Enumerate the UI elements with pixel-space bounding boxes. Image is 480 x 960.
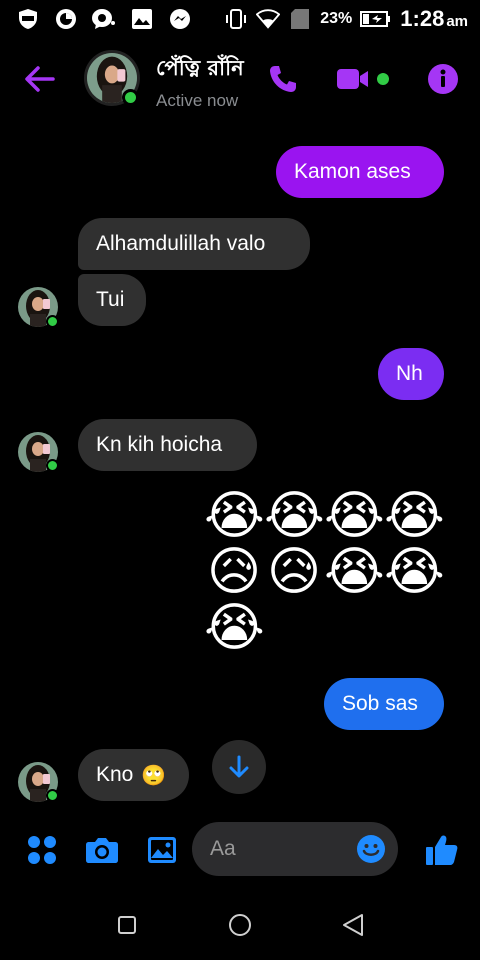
online-indicator — [46, 789, 59, 802]
conversation-header: পেঁত্নি রাঁনি Active now — [0, 40, 480, 118]
data-saver-icon — [54, 7, 78, 31]
outgoing-message[interactable]: Kamon ases — [276, 146, 444, 198]
system-navigation-bar — [0, 890, 480, 960]
rolling-eyes-emoji: 🙄 — [141, 763, 167, 787]
loudly-crying-emoji: 😭 — [384, 486, 445, 546]
signal-icon — [288, 7, 312, 31]
back-button[interactable] — [0, 40, 80, 118]
emoji-button[interactable] — [356, 834, 386, 864]
contact-name: পেঁত্নি রাঁনি — [156, 56, 244, 80]
emoji-icon — [357, 835, 385, 863]
message-composer — [0, 820, 480, 880]
info-icon — [428, 64, 458, 94]
thumbs-up-icon — [426, 835, 458, 865]
back-arrow-icon — [25, 66, 55, 92]
more-apps-button[interactable] — [22, 830, 62, 870]
contact-info[interactable]: পেঁত্নি রাঁনি Active now — [156, 52, 244, 111]
camera-icon — [86, 838, 118, 863]
video-call-button[interactable] — [336, 62, 390, 96]
square-icon — [117, 916, 136, 934]
info-button[interactable] — [426, 62, 460, 96]
arrow-down-icon — [229, 755, 249, 778]
status-bar: 23% 1:28 am — [0, 0, 480, 38]
emoji-message[interactable]: 😭 😭 😭 😭 😥 😥 😭 😭 😭 — [204, 486, 445, 658]
incoming-message[interactable]: Tui — [78, 274, 146, 326]
wifi-icon — [256, 7, 281, 31]
video-icon — [337, 69, 389, 89]
gallery-button[interactable] — [142, 830, 182, 870]
loudly-crying-emoji: 😭 — [384, 542, 445, 602]
triangle-back-icon — [343, 914, 364, 936]
loudly-crying-emoji: 😭 — [204, 598, 265, 658]
apps-icon — [28, 836, 56, 864]
back-nav-button[interactable] — [333, 905, 373, 945]
sad-relieved-emoji: 😥 — [266, 542, 322, 602]
online-indicator — [46, 315, 59, 328]
vibrate-icon — [224, 7, 248, 31]
online-indicator — [122, 89, 139, 106]
message-text: Tui — [96, 288, 125, 311]
sad-relieved-emoji: 😥 — [206, 542, 262, 602]
loudly-crying-emoji: 😭 — [324, 542, 385, 602]
phone-icon — [270, 66, 296, 92]
incoming-message[interactable]: Kno 🙄 — [78, 749, 189, 801]
active-status: Active now — [156, 91, 239, 110]
message-text: Kn kih hoicha — [96, 433, 223, 456]
voice-call-button[interactable] — [266, 62, 300, 96]
loudly-crying-emoji: 😭 — [324, 486, 385, 546]
message-input-box[interactable] — [192, 822, 398, 876]
messenger-icon — [168, 7, 192, 31]
outgoing-message[interactable]: Sob sas — [324, 678, 444, 730]
shield-icon — [16, 7, 40, 31]
camera-button[interactable] — [82, 830, 122, 870]
home-button[interactable] — [220, 905, 260, 945]
message-text: Sob sas — [342, 692, 418, 715]
clock: 1:28 am — [400, 6, 468, 31]
message-text: Alhamdulillah valo — [96, 232, 266, 255]
message-input[interactable] — [210, 822, 350, 876]
online-indicator — [46, 459, 59, 472]
gallery-icon — [148, 837, 176, 863]
message-text: Nh — [396, 362, 423, 385]
message-text: Kno — [96, 763, 134, 786]
scroll-to-bottom-button[interactable] — [212, 740, 266, 794]
messenger-bubble-icon — [92, 7, 116, 31]
battery-charging-icon — [360, 7, 392, 31]
incoming-message[interactable]: Alhamdulillah valo — [78, 218, 310, 270]
battery-percent: 23% — [320, 10, 353, 27]
outgoing-message[interactable]: Nh — [378, 348, 444, 400]
message-text: Kamon ases — [294, 160, 411, 183]
loudly-crying-emoji: 😭 — [204, 486, 265, 546]
image-icon — [130, 7, 154, 31]
recents-button[interactable] — [107, 905, 147, 945]
circle-icon — [228, 914, 251, 936]
incoming-message[interactable]: Kn kih hoicha — [78, 419, 257, 471]
like-button[interactable] — [422, 830, 462, 870]
loudly-crying-emoji: 😭 — [264, 486, 325, 546]
